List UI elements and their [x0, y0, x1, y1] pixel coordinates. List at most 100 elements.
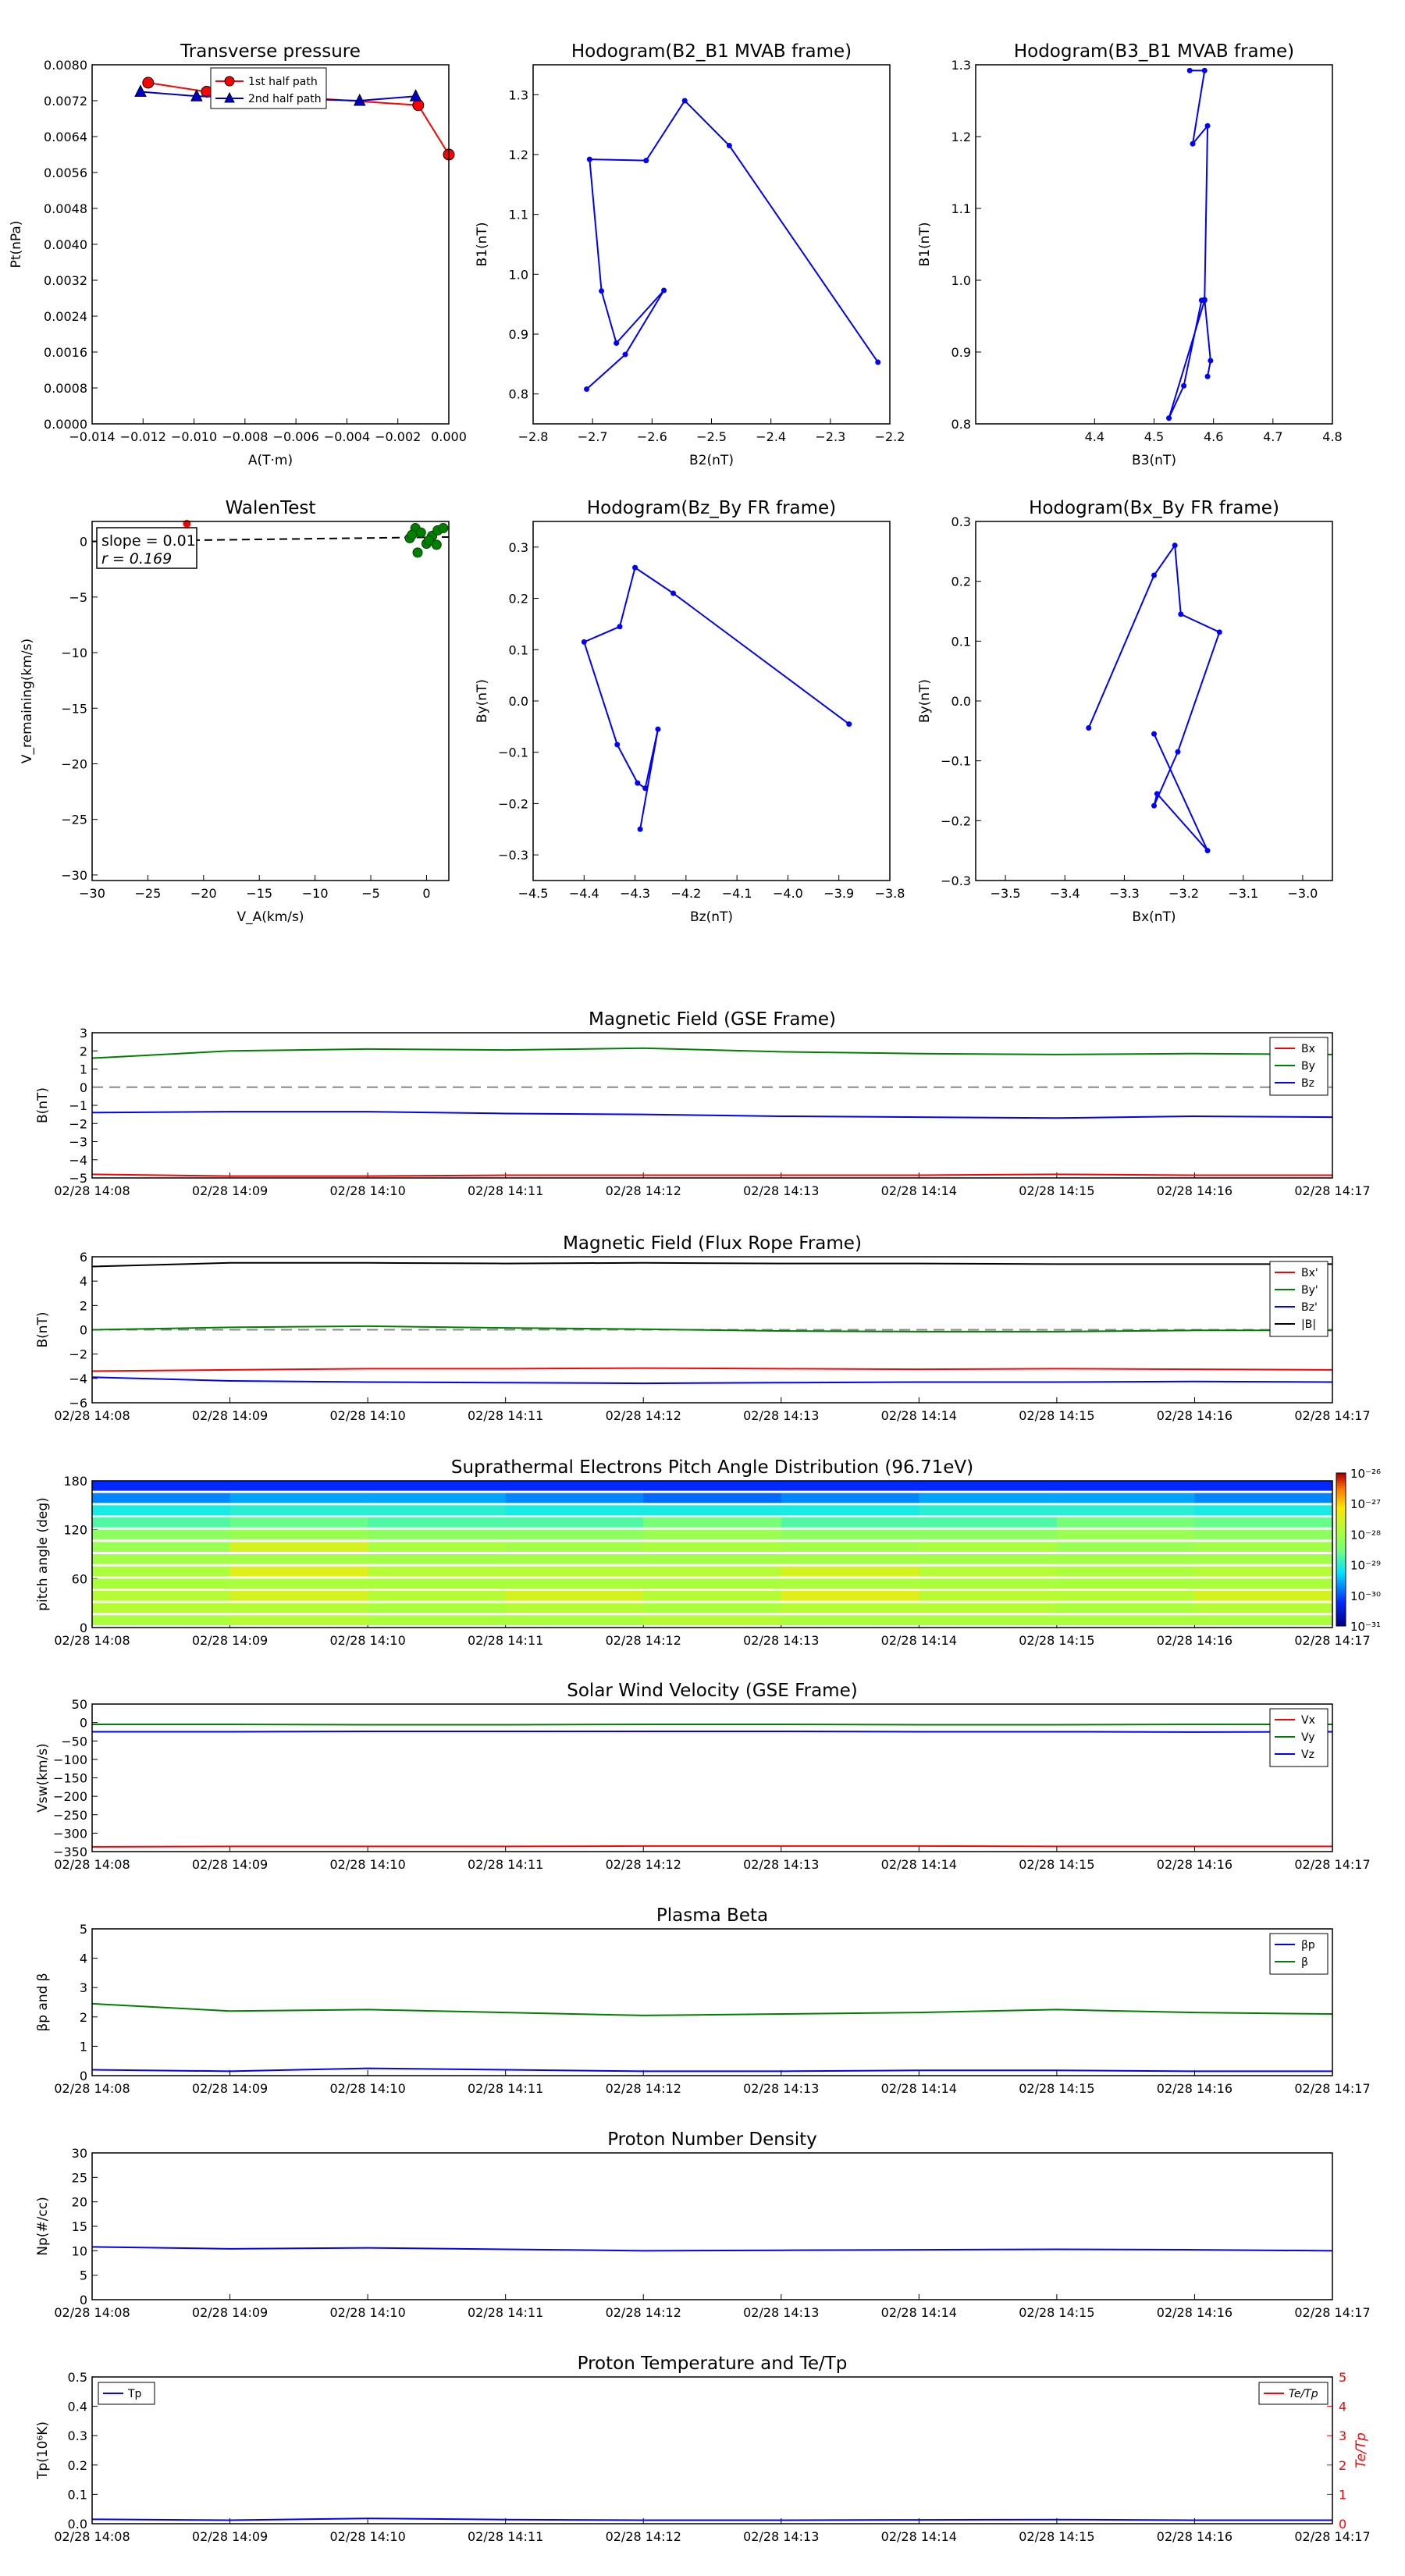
y-axis-label: B(nT)	[35, 1311, 51, 1347]
chart-title: Magnetic Field (Flux Rope Frame)	[563, 1233, 862, 1254]
x-tick-label: 02/28 14:11	[468, 1408, 543, 1423]
y-tick-label: 2	[80, 2010, 87, 2025]
x-tick-label: 02/28 14:12	[606, 2305, 681, 2320]
x-tick-label: 02/28 14:09	[192, 1183, 268, 1198]
chart-title: Hodogram(B2_B1 MVAB frame)	[571, 41, 852, 62]
hodogram-point	[617, 624, 623, 630]
x-tick-label: −25	[135, 886, 162, 901]
hodogram-point	[1204, 373, 1211, 379]
heatmap-cell	[1194, 1554, 1333, 1564]
x-tick-label: −0.012	[120, 429, 166, 444]
y-tick-label: 1.0	[951, 273, 971, 288]
chart-title: Hodogram(Bz_By FR frame)	[587, 498, 836, 518]
x-tick-label: 02/28 14:12	[606, 1633, 681, 1648]
y-tick-label: 0.0056	[44, 165, 87, 180]
x-tick-label: −10	[302, 886, 329, 901]
x-tick-label: −0.004	[324, 429, 370, 444]
x-tick-label: 02/28 14:16	[1157, 2305, 1232, 2320]
x-tick-label: 02/28 14:14	[881, 1183, 957, 1198]
x-tick-label: −15	[246, 886, 272, 901]
x-tick-label: 02/28 14:11	[468, 2081, 543, 2096]
heatmap-cell	[643, 1493, 782, 1503]
heatmap-cell	[505, 1481, 644, 1491]
x-tick-label: 4.6	[1204, 429, 1223, 444]
heatmap-cell	[781, 1603, 919, 1614]
colorbar-segment	[1336, 1564, 1346, 1568]
y-tick-label: −4	[69, 1372, 87, 1386]
legend-tetp: Te/Tp	[1258, 2382, 1329, 2405]
chart-title: Proton Temperature and Te/Tp	[578, 2354, 848, 2374]
y-tick-label: 0.1	[509, 642, 528, 657]
heatmap-cell	[919, 1517, 1058, 1528]
x-tick-label: 02/28 14:16	[1157, 2081, 1232, 2096]
y-tick-label: 1	[80, 1062, 87, 1077]
x-tick-label: −3.8	[875, 886, 905, 901]
x-tick-label: −2.7	[578, 429, 608, 444]
series-line-2	[91, 1376, 1333, 1385]
heatmap-cell	[229, 1566, 368, 1577]
legend-label: β	[1301, 1956, 1308, 1969]
y-tick-label: −0.1	[498, 745, 528, 760]
x-tick-label: 02/28 14:14	[881, 1408, 957, 1423]
x-tick-label: 02/28 14:17	[1294, 1183, 1370, 1198]
heatmap-cell	[505, 1566, 644, 1577]
colorbar-segment	[1336, 1550, 1346, 1553]
colorbar-segment	[1336, 1488, 1346, 1492]
series-line-0	[91, 1845, 1332, 1848]
heatmap-cell	[1056, 1517, 1195, 1528]
x-tick-label: −2.8	[518, 429, 549, 444]
y-tick-label: 0	[80, 1080, 87, 1095]
y-right-tick-label: 3	[1339, 2428, 1346, 2443]
heatmap-cell	[368, 1542, 507, 1552]
hodogram-point	[599, 288, 605, 294]
colorbar-segment	[1336, 1618, 1346, 1621]
y-tick-label: −2	[69, 1347, 87, 1362]
hodogram-point	[1201, 67, 1208, 73]
heatmap-cell	[229, 1517, 368, 1528]
heatmap-cell	[1056, 1554, 1195, 1564]
heatmap-cell	[505, 1591, 644, 1601]
hodogram-line	[1168, 69, 1211, 419]
chart-title: Hodogram(Bx_By FR frame)	[1029, 498, 1279, 518]
y-tick-label: 1.1	[951, 201, 971, 216]
hodogram-line	[585, 99, 879, 390]
y-tick-label: −0.2	[941, 813, 971, 828]
x-tick-label: 02/28 14:12	[606, 1857, 681, 1872]
heatmap-cell	[229, 1615, 368, 1625]
hodogram-point	[1172, 543, 1178, 549]
heatmap-cell	[368, 1493, 507, 1503]
heatmap-cell	[92, 1493, 231, 1503]
chart-hodogram_bx_by: Hodogram(Bx_By FR frame) −0.3 −0.2 −0.1 0.0 0…	[917, 498, 1333, 925]
colorbar-segment	[1336, 1518, 1346, 1522]
heatmap-cell	[1056, 1566, 1195, 1577]
colorbar-segment	[1336, 1554, 1346, 1558]
x-tick-label: −3.2	[1168, 886, 1199, 901]
y-tick-label: 0.0080	[44, 58, 87, 73]
y-tick-label: 0.8	[509, 387, 528, 402]
heatmap-cell	[643, 1481, 782, 1491]
x-tick-label: −4.2	[670, 886, 701, 901]
colorbar-segment	[1336, 1514, 1346, 1517]
axes-frame	[532, 521, 891, 881]
series-line-0	[91, 2246, 1333, 2252]
axes-frame	[91, 1703, 1333, 1852]
heatmap-cell	[505, 1615, 644, 1625]
chart-hodogram_bz_by: Hodogram(Bz_By FR frame) −0.3 −0.2 −0.1 0.0 0…	[475, 498, 905, 925]
x-tick-label: 0.000	[431, 429, 467, 444]
y-tick-label: −25	[61, 813, 87, 827]
y-right-tick-label: 1	[1339, 2487, 1346, 2502]
heatmap-cell	[92, 1615, 231, 1625]
heatmap-cell	[1194, 1529, 1333, 1540]
chart-title: Plasma Beta	[656, 1905, 768, 1926]
x-axis-label: B2(nT)	[689, 453, 734, 468]
heatmap-cell	[368, 1517, 507, 1528]
heatmap-cell	[1056, 1603, 1195, 1614]
y-tick-label: 3	[80, 1026, 87, 1041]
x-tick-label: 02/28 14:16	[1157, 1408, 1232, 1423]
heatmap-cell	[1194, 1591, 1333, 1601]
y-tick-label: 180	[63, 1474, 87, 1489]
y-tick-label: −150	[53, 1771, 87, 1786]
colorbar-segment	[1336, 1570, 1346, 1573]
series-line-3	[91, 1261, 1332, 1268]
x-tick-label: 02/28 14:12	[606, 1408, 681, 1423]
